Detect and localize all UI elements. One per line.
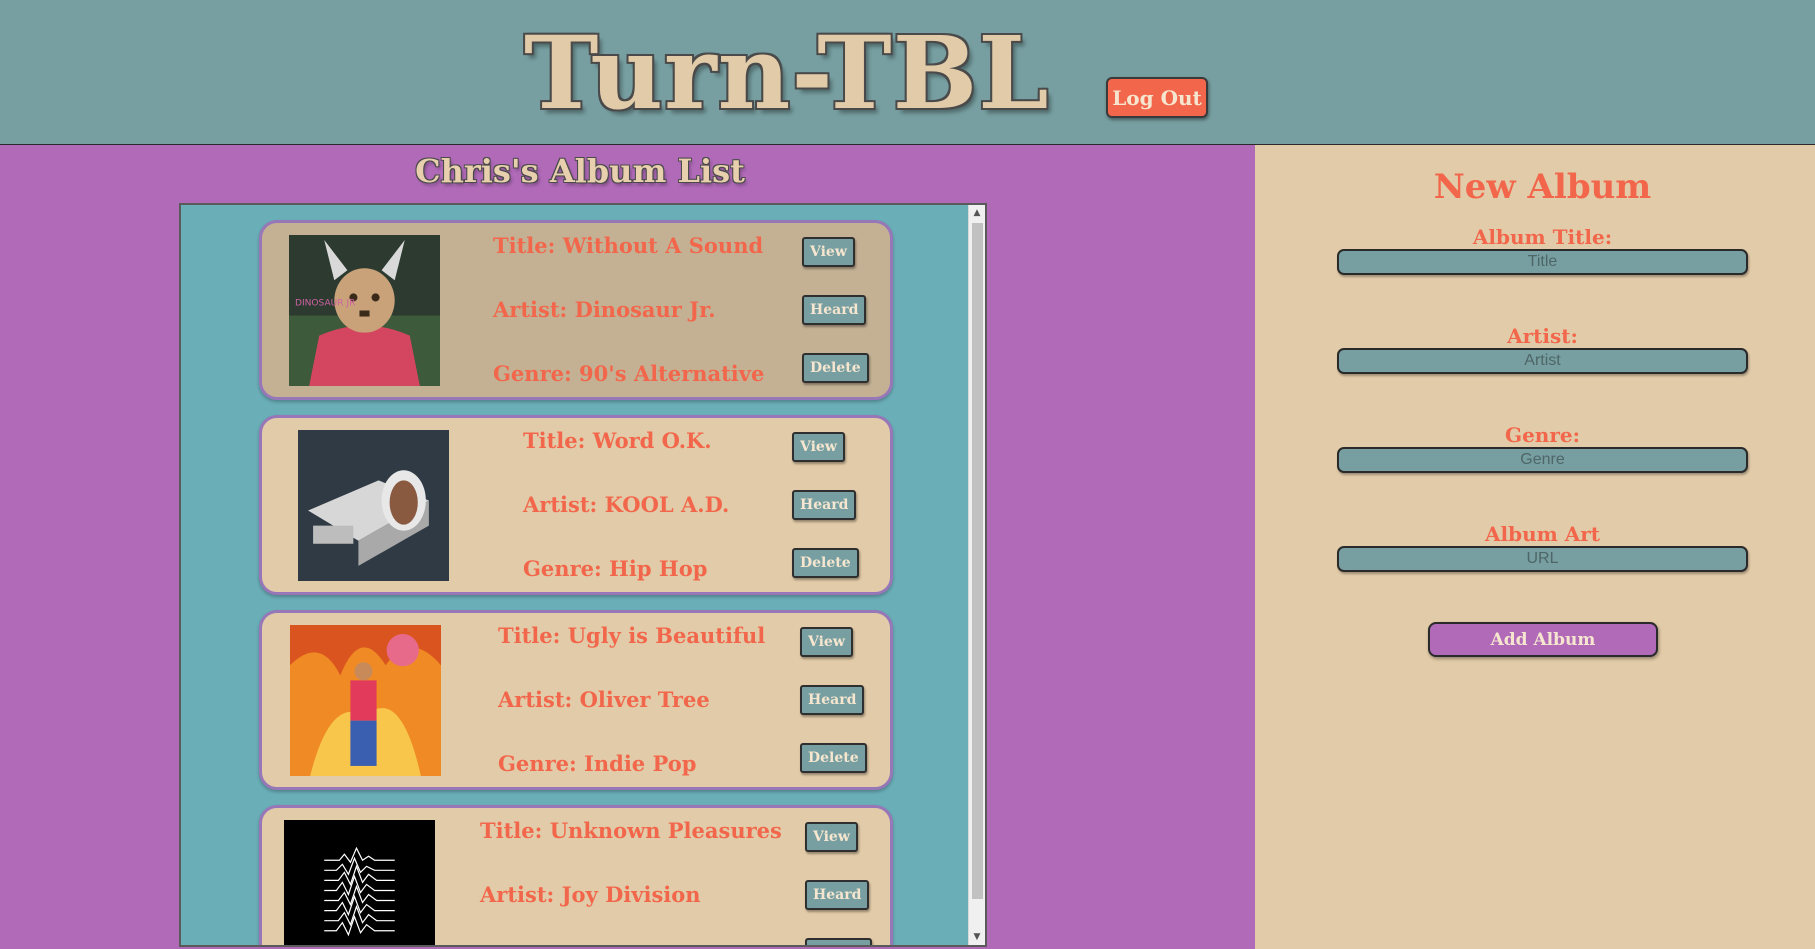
genre-label: Genre: [1505,423,1580,447]
album-cover-image [298,430,449,581]
view-button[interactable]: View [805,822,858,852]
delete-button[interactable]: Delete [792,548,859,578]
genre-input[interactable] [1337,447,1748,473]
new-album-form: New Album Album Title: Artist: Genre: Al… [1255,145,1815,949]
form-title: New Album [1433,167,1652,207]
scroll-thumb[interactable] [972,223,983,899]
album-list-title: Chris's Album List [415,152,745,190]
add-album-button[interactable]: Add Album [1428,622,1658,657]
album-title: Title: Unknown Pleasures [480,818,782,843]
app-logo: Turn-TBL [524,14,1050,132]
svg-text:DINOSAUR JR: DINOSAUR JR [295,298,356,308]
album-title-label: Album Title: [1472,225,1613,249]
album-card: Title: Ugly is Beautiful Artist: Oliver … [259,610,893,790]
album-art-url-input[interactable] [1337,546,1748,572]
album-artist: Artist: KOOL A.D. [523,492,730,517]
view-button[interactable]: View [800,627,853,657]
list-scrollbar[interactable]: ▲ ▼ [968,205,985,945]
scroll-up-arrow-icon[interactable]: ▲ [969,205,985,221]
artist-label: Artist: [1507,324,1578,348]
album-cover-image: DINOSAUR JR [289,235,440,386]
app-header: Turn-TBL Log Out [0,0,1815,145]
delete-button[interactable]: Delete [802,353,869,383]
album-genre: Genre: Hip Hop [523,556,708,581]
view-button[interactable]: View [792,432,845,462]
logout-button[interactable]: Log Out [1106,77,1208,118]
album-card: DINOSAUR JR Title: Without A Sound Artis… [259,220,893,400]
view-button[interactable]: View [802,237,855,267]
delete-button[interactable]: Delete [805,938,872,945]
album-cover-image [290,625,441,776]
album-genre: Genre: 90's Alternative [493,361,765,386]
album-card: Title: Unknown Pleasures Artist: Joy Div… [259,805,893,945]
album-title-input[interactable] [1337,249,1748,275]
album-artist: Artist: Dinosaur Jr. [493,297,716,322]
album-card: Title: Word O.K. Artist: KOOL A.D. Genre… [259,415,893,595]
scroll-down-arrow-icon[interactable]: ▼ [969,929,985,945]
delete-button[interactable]: Delete [800,743,867,773]
album-cover-image [284,820,435,945]
album-title: Title: Ugly is Beautiful [498,623,766,648]
album-artist: Artist: Joy Division [480,882,701,907]
album-artist: Artist: Oliver Tree [498,687,710,712]
album-list[interactable]: DINOSAUR JR Title: Without A Sound Artis… [179,203,987,947]
heard-button[interactable]: Heard [800,685,865,715]
artist-input[interactable] [1337,348,1748,374]
heard-button[interactable]: Heard [805,880,870,910]
album-art-label: Album Art [1484,522,1601,546]
heard-button[interactable]: Heard [792,490,857,520]
album-title: Title: Without A Sound [493,233,764,258]
heard-button[interactable]: Heard [802,295,867,325]
album-genre: Genre: Indie Pop [498,751,697,776]
album-title: Title: Word O.K. [523,428,712,453]
